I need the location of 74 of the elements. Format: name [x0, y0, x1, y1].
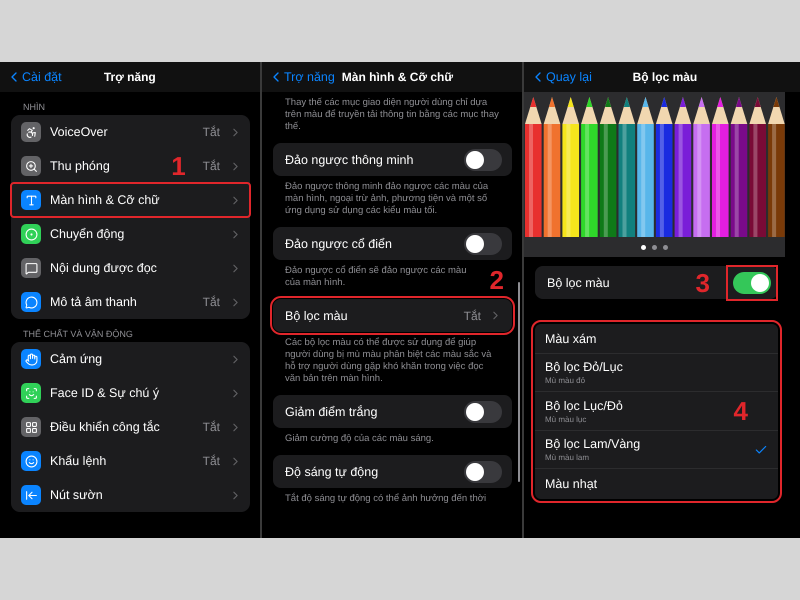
row-label: VoiceOver [50, 125, 109, 139]
screen-title: Trợ năng [102, 70, 157, 84]
back-button[interactable]: Quay lại [530, 69, 592, 85]
settings-row[interactable]: VoiceOver Tắt [11, 115, 250, 149]
settings-row[interactable]: Mô tả âm thanh Tắt [11, 285, 250, 319]
description-text: Thay thế các mục giao diện người dùng chỉ dựa trên màu để truyền tải thông tin bằng các mục thay thế. [284, 96, 500, 134]
option-label: Bộ lọc Lục/Đỏ [545, 398, 624, 412]
row-value: Tắt [202, 454, 220, 468]
page-dot[interactable] [641, 244, 646, 250]
option-subtitle: Mù màu lục [545, 414, 588, 424]
row-label: Nút sườn [50, 488, 104, 502]
step-number: 1 [171, 153, 186, 179]
settings-row[interactable]: Chuyển động [11, 217, 250, 251]
section-header: THỂ CHẤT VÀ VẬN ĐỘNG [22, 328, 133, 341]
filter-option[interactable]: Bộ lọc Lục/Đỏ Mù màu lục 4 [535, 392, 778, 431]
row-label: Bộ lọc màu [547, 276, 611, 290]
option-label: Màu xám [545, 332, 598, 346]
row-value: Tắt [202, 420, 220, 434]
page-dot[interactable] [652, 244, 657, 250]
settings-row[interactable]: Cảm ứng [11, 342, 250, 376]
settings-row[interactable]: Nút sườn [11, 478, 250, 512]
screen-title: Màn hình & Cỡ chữ [340, 70, 454, 84]
option-label: Bộ lọc Đỏ/Lục [545, 360, 624, 374]
row-label: Thu phóng [50, 159, 111, 173]
step-number: 2 [490, 267, 504, 293]
row-label: Độ sáng tự động [285, 464, 380, 478]
description-text: Các bộ lọc màu có thể được sử dụng để giúp người dùng bị mù màu phân biệt các màu sắc và hỗ trợ người dùng gặp khó khăn trong việc đọc văn bản trên màn hình. [284, 336, 492, 386]
row-value: Tắt [202, 295, 220, 309]
option-label: Bộ lọc Lam/Vàng [545, 437, 642, 451]
description-text: Đảo ngược cổ điển sẽ đảo ngược các màu của màn hình. [284, 264, 468, 290]
settings-row[interactable]: Thu phóng 1 Tắt [11, 149, 250, 183]
settings-row[interactable]: Màn hình & Cỡ chữ [11, 183, 250, 217]
back-button[interactable]: Cài đặt [6, 69, 62, 85]
option-subtitle: Mù màu lam [545, 453, 590, 462]
row-label: Đảo ngược cổ điển [285, 236, 393, 250]
settings-row[interactable]: Face ID & Sự chú ý [11, 376, 250, 410]
row-label: Nội dung được đọc [50, 261, 158, 275]
row-value: Tắt [202, 159, 220, 173]
toggle-switch[interactable] [464, 460, 502, 482]
row-value: Tắt [202, 125, 220, 139]
description-text: Giảm cường độ của các màu sáng. [284, 432, 435, 446]
toggle-switch[interactable] [464, 148, 502, 170]
section-header: NHÌN [22, 101, 45, 114]
settings-row[interactable]: Nội dung được đọc [11, 251, 250, 285]
row-label: Chuyển động [50, 227, 126, 241]
page-dot[interactable] [663, 244, 668, 250]
filter-option[interactable]: Màu nhạt [535, 469, 778, 499]
settings-row[interactable]: Khẩu lệnh Tắt [11, 444, 250, 478]
toggle-switch[interactable] [733, 272, 771, 294]
back-button[interactable]: Trợ năng [268, 69, 335, 85]
row-label: Điều khiển công tắc [50, 420, 161, 434]
option-label: Màu nhạt [545, 477, 598, 491]
toggle-switch[interactable] [464, 400, 502, 422]
filter-option[interactable]: Bộ lọc Lam/Vàng Mù màu lam [535, 431, 778, 469]
row-label: Cảm ứng [50, 352, 104, 366]
row-label: Bộ lọc màu [285, 308, 349, 322]
step-number: 3 [696, 270, 710, 296]
row-label: Face ID & Sự chú ý [50, 386, 160, 400]
row-label: Đảo ngược thông minh [285, 152, 414, 166]
settings-row[interactable]: Điều khiển công tắc Tắt [11, 410, 250, 444]
screen-title: Bộ lọc màu [632, 70, 698, 84]
settings-row[interactable]: Bộ lọc màu Tắt [273, 299, 512, 332]
description-text: Đảo ngược thông minh đảo ngược các màu của màn hình, ngoại trừ ảnh, phương tiện và một số ứng dụng sử dụng các kiểu màu tối. [284, 180, 490, 218]
row-value: Tắt [464, 308, 481, 322]
toggle-switch[interactable] [464, 232, 502, 254]
row-label: Mô tả âm thanh [50, 295, 138, 309]
filter-option[interactable]: Màu xám [535, 324, 778, 354]
option-subtitle: Mù màu đỏ [545, 376, 586, 385]
row-label: Giảm điểm trắng [285, 404, 378, 418]
filter-option[interactable]: Bộ lọc Đỏ/Lục Mù màu đỏ [535, 354, 778, 392]
row-label: Khẩu lệnh [50, 454, 108, 468]
row-label: Màn hình & Cỡ chữ [50, 193, 161, 207]
description-text: Tắt độ sáng tự động có thể ảnh hưởng đến thời [284, 492, 488, 506]
step-number: 4 [734, 398, 748, 424]
